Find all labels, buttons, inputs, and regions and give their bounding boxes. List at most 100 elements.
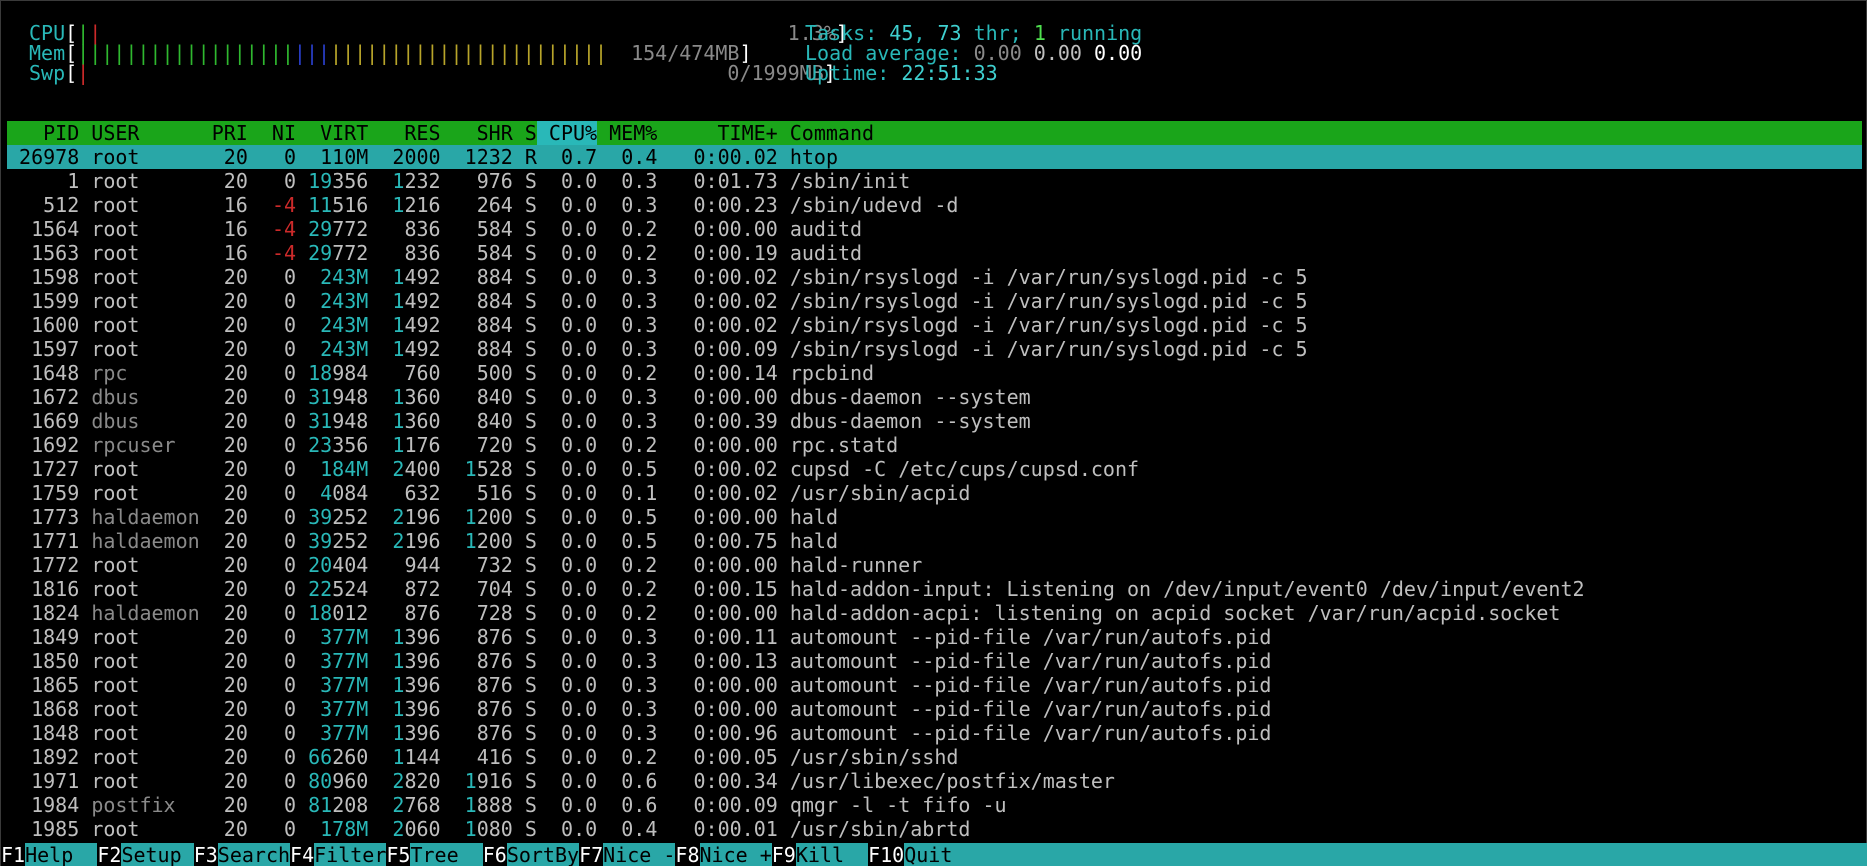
fkey-f8[interactable]: F8 [675, 843, 700, 866]
fkey-f5-label[interactable]: Tree [410, 843, 483, 866]
fkey-f2[interactable]: F2 [97, 843, 122, 866]
process-row[interactable]: 1868 root 20 0 377M 1396 876 S 0.0 0.3 0… [7, 697, 1862, 721]
process-time: 0:00.09 [693, 793, 778, 817]
process-virt: 377M [320, 697, 369, 721]
fkey-f6[interactable]: F6 [482, 843, 507, 866]
fkey-f5[interactable]: F5 [386, 843, 411, 866]
process-mem: 0.3 [621, 385, 658, 409]
column-header-user[interactable]: USER [91, 121, 211, 145]
process-s: S [524, 193, 537, 217]
fkey-f6-label[interactable]: SortBy [506, 843, 580, 866]
process-virt: 178M [320, 817, 369, 841]
process-mem: 0.5 [621, 529, 658, 553]
process-row[interactable]: 512 root 16 -4 11516 1216 264 S 0.0 0.3 … [7, 193, 1862, 217]
process-cpu: 0.0 [561, 289, 598, 313]
column-header-virt[interactable]: VIRT [296, 121, 368, 145]
load-average-15: 0.00 [1094, 41, 1143, 65]
process-user: root [91, 673, 140, 697]
process-row[interactable]: 1772 root 20 0 20404 944 732 S 0.0 0.2 0… [7, 553, 1862, 577]
process-s: S [524, 625, 537, 649]
fkey-f3-label[interactable]: Search [217, 843, 291, 866]
process-s: S [524, 721, 537, 745]
process-row[interactable]: 1563 root 16 -4 29772 836 584 S 0.0 0.2 … [7, 241, 1862, 265]
process-row[interactable]: 1669 dbus 20 0 31948 1360 840 S 0.0 0.3 … [7, 409, 1862, 433]
process-row[interactable]: 1 root 20 0 19356 1232 976 S 0.0 0.3 0:0… [7, 169, 1862, 193]
process-row[interactable]: 1816 root 20 0 22524 872 704 S 0.0 0.2 0… [7, 577, 1862, 601]
process-res: 1492 [392, 337, 441, 361]
process-row[interactable]: 1599 root 20 0 243M 1492 884 S 0.0 0.3 0… [7, 289, 1862, 313]
process-ni: 0 [284, 625, 297, 649]
column-header-ni[interactable]: NI [248, 121, 296, 145]
column-header-res[interactable]: RES [368, 121, 440, 145]
process-ni: 0 [284, 457, 297, 481]
fkey-f10-label[interactable]: Quit [904, 843, 977, 866]
process-cpu: 0.0 [561, 529, 598, 553]
fkey-f9[interactable]: F9 [771, 843, 796, 866]
process-row[interactable]: 1824 haldaemon 20 0 18012 876 728 S 0.0 … [7, 601, 1862, 625]
fkey-f3[interactable]: F3 [193, 843, 218, 866]
process-pid: 1850 [31, 649, 80, 673]
fkey-f7-label[interactable]: Nice - [603, 843, 676, 866]
process-row[interactable]: 1672 dbus 20 0 31948 1360 840 S 0.0 0.3 … [7, 385, 1862, 409]
process-pri: 20 [223, 577, 248, 601]
fkey-f10[interactable]: F10 [868, 843, 905, 866]
process-user: root [91, 145, 140, 169]
process-row[interactable]: 1850 root 20 0 377M 1396 876 S 0.0 0.3 0… [7, 649, 1862, 673]
process-pid: 1892 [31, 745, 80, 769]
column-header-command[interactable]: Command [790, 121, 874, 145]
process-row[interactable]: 1598 root 20 0 243M 1492 884 S 0.0 0.3 0… [7, 265, 1862, 289]
process-time: 0:00.00 [693, 553, 778, 577]
process-mem: 0.1 [621, 481, 658, 505]
process-ni: 0 [284, 337, 297, 361]
fkey-f4-label[interactable]: Filter [314, 843, 387, 866]
process-row[interactable]: 1865 root 20 0 377M 1396 876 S 0.0 0.3 0… [7, 673, 1862, 697]
process-row[interactable]: 1773 haldaemon 20 0 39252 2196 1200 S 0.… [7, 505, 1862, 529]
process-row[interactable]: 1600 root 20 0 243M 1492 884 S 0.0 0.3 0… [7, 313, 1862, 337]
process-cmd: auditd [789, 217, 863, 241]
process-row[interactable]: 1597 root 20 0 243M 1492 884 S 0.0 0.3 0… [7, 337, 1862, 361]
process-row[interactable]: 1984 postfix 20 0 81208 2768 1888 S 0.0 … [7, 793, 1862, 817]
column-header-shr[interactable]: SHR [441, 121, 513, 145]
column-header-mem[interactable]: MEM% [597, 121, 657, 145]
process-mem: 0.3 [621, 649, 658, 673]
process-row[interactable]: 1848 root 20 0 377M 1396 876 S 0.0 0.3 0… [7, 721, 1862, 745]
fkey-f9-label[interactable]: Kill [795, 843, 869, 866]
process-cpu: 0.0 [561, 217, 598, 241]
process-row[interactable]: 1849 root 20 0 377M 1396 876 S 0.0 0.3 0… [7, 625, 1862, 649]
fkey-f1[interactable]: F1 [1, 843, 26, 866]
process-list[interactable]: 26978 root 20 0 110M 2000 1232 R 0.7 0.4… [7, 145, 1862, 841]
process-pid: 512 [43, 193, 80, 217]
process-cmd: /sbin/init [789, 169, 911, 193]
process-row[interactable]: 1648 rpc 20 0 18984 760 500 S 0.0 0.2 0:… [7, 361, 1862, 385]
process-row[interactable]: 1985 root 20 0 178M 2060 1080 S 0.0 0.4 … [7, 817, 1862, 841]
fkey-bar-fill [976, 843, 1867, 866]
fkey-f8-label[interactable]: Nice + [699, 843, 772, 866]
process-row[interactable]: 1692 rpcuser 20 0 23356 1176 720 S 0.0 0… [7, 433, 1862, 457]
process-user: root [91, 217, 140, 241]
fkey-f1-label[interactable]: Help [25, 843, 98, 866]
process-row[interactable]: 1564 root 16 -4 29772 836 584 S 0.0 0.2 … [7, 217, 1862, 241]
process-virt: 377M [320, 673, 369, 697]
process-mem: 0.4 [621, 145, 658, 169]
process-time: 0:00.02 [693, 313, 778, 337]
fkey-f7[interactable]: F7 [579, 843, 604, 866]
process-ni: 0 [284, 265, 297, 289]
process-row[interactable]: 1971 root 20 0 80960 2820 1916 S 0.0 0.6… [7, 769, 1862, 793]
process-row[interactable]: 1771 haldaemon 20 0 39252 2196 1200 S 0.… [7, 529, 1862, 553]
column-header-cpu[interactable]: CPU% [536, 121, 598, 145]
column-header-time[interactable]: TIME+ [657, 121, 778, 145]
process-time: 0:00.11 [693, 625, 778, 649]
process-row[interactable]: 1759 root 20 0 4084 632 516 S 0.0 0.1 0:… [7, 481, 1862, 505]
fkey-f4[interactable]: F4 [290, 843, 315, 866]
column-header-s[interactable]: S [513, 121, 537, 145]
process-row[interactable]: 1892 root 20 0 66260 1144 416 S 0.0 0.2 … [7, 745, 1862, 769]
process-s: S [524, 793, 537, 817]
column-header-pri[interactable]: PRI [212, 121, 248, 145]
column-header-pid[interactable]: PID [7, 121, 79, 145]
process-row[interactable]: 1727 root 20 0 184M 2400 1528 S 0.0 0.5 … [7, 457, 1862, 481]
process-row[interactable]: 26978 root 20 0 110M 2000 1232 R 0.7 0.4… [7, 145, 1862, 169]
process-cpu: 0.0 [561, 265, 598, 289]
process-shr: 884 [476, 289, 513, 313]
process-res: 1360 [392, 385, 441, 409]
fkey-f2-label[interactable]: Setup [121, 843, 194, 866]
